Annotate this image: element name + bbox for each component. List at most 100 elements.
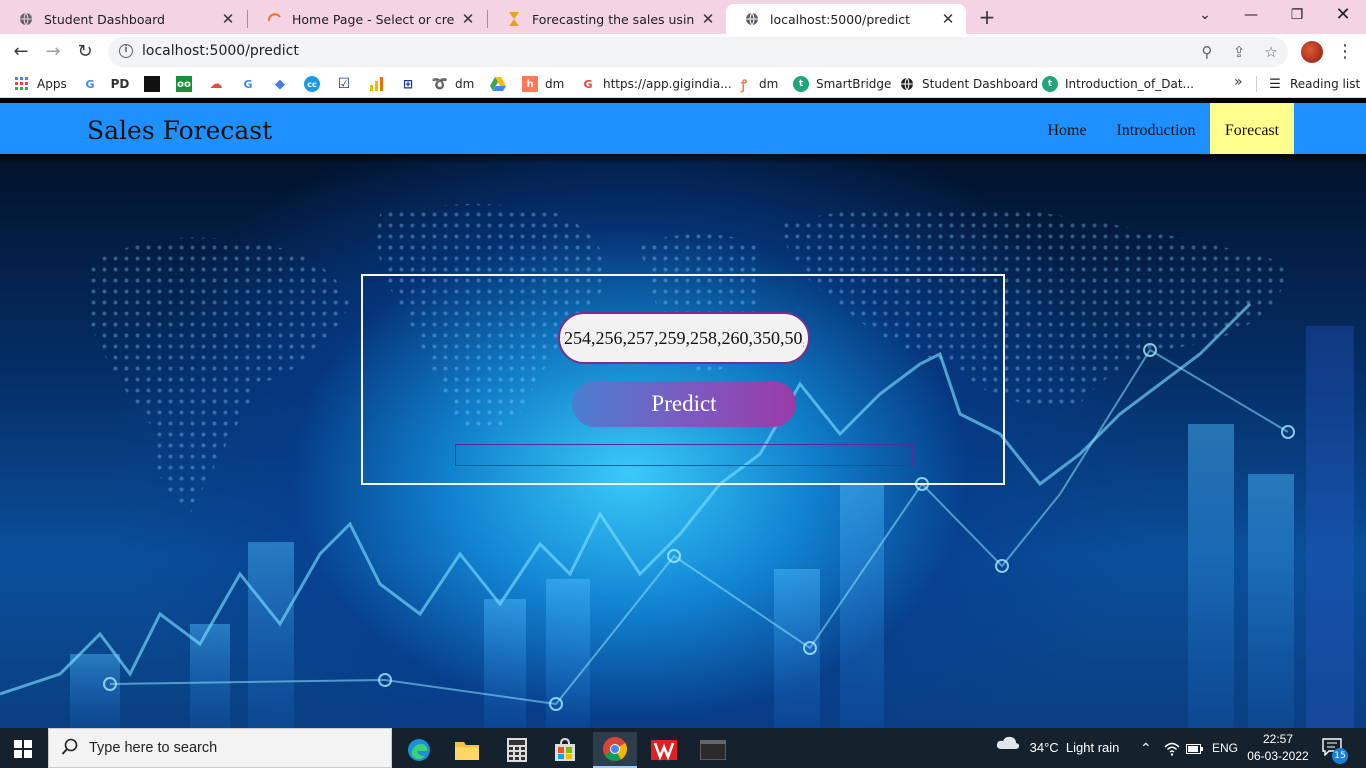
infinity-icon: oo <box>176 76 192 92</box>
bookmark-label: dm <box>455 77 475 91</box>
search-icon <box>61 738 79 760</box>
address-bar[interactable]: i localhost:5000/predict ⚲ ⇪ ☆ <box>108 37 1288 67</box>
bookmark-cloud[interactable]: ☁ <box>208 75 231 93</box>
tab-search-chevron-icon[interactable]: ⌄ <box>1182 0 1228 34</box>
edge-icon[interactable] <box>397 732 441 768</box>
forward-button[interactable]: → <box>41 40 65 64</box>
calculator-icon[interactable] <box>495 732 539 768</box>
system-clock[interactable]: 22:57 06-03-2022 <box>1246 731 1310 765</box>
bookmark-label: SmartBridge <box>816 77 892 91</box>
bookmark-checkbox[interactable]: ☑ <box>336 75 359 93</box>
bookmark-drive[interactable] <box>490 75 513 93</box>
browser-menu-icon[interactable]: ⋮ <box>1336 40 1354 64</box>
cc-icon: cc <box>304 76 320 92</box>
bookmark-smartbridge[interactable]: t SmartBridge <box>793 75 891 93</box>
hero-background: Predict <box>0 154 1366 728</box>
reading-list-icon: ☰ <box>1269 76 1281 92</box>
share-icon[interactable]: ⇪ <box>1230 43 1248 61</box>
back-button[interactable]: ← <box>9 40 33 64</box>
map-icon: ⊞ <box>402 77 414 91</box>
hubspot-icon: ꝭ <box>740 78 748 93</box>
black-square-icon <box>144 76 160 92</box>
bookmark-dm-1[interactable]: ➰ dm <box>432 75 474 93</box>
taskbar-search-box[interactable]: Type here to search <box>48 728 392 768</box>
bookmark-student-dashboard[interactable]: Student Dashboard <box>899 75 1038 93</box>
bookmark-apps[interactable]: Apps <box>14 75 67 93</box>
windows-taskbar: Type here to search 34°C Light rain ⌃ EN… <box>0 728 1366 768</box>
battery-icon[interactable] <box>1186 728 1204 768</box>
bookmark-label: Student Dashboard <box>922 77 1039 91</box>
restore-button[interactable]: ❐ <box>1274 0 1320 34</box>
globe-icon <box>18 11 34 27</box>
close-tab-icon[interactable]: ✕ <box>460 10 476 28</box>
browser-tab-strip: Student Dashboard ✕ Home Page - Select o… <box>0 0 1366 34</box>
notification-count-badge: 15 <box>1332 748 1348 764</box>
store-icon[interactable] <box>543 732 587 768</box>
bookmark-dm-3[interactable]: ꝭ dm <box>736 75 778 93</box>
chrome-icon[interactable] <box>593 732 637 768</box>
minimize-button[interactable]: — <box>1228 0 1274 34</box>
site-info-icon[interactable]: i <box>119 44 133 58</box>
tab-title: Student Dashboard <box>44 11 165 27</box>
search-placeholder: Type here to search <box>89 740 218 756</box>
terminal-icon[interactable] <box>691 732 735 768</box>
tab-home-page[interactable]: Home Page - Select or create a n ✕ <box>248 4 486 34</box>
bookmark-pd[interactable]: PD <box>110 75 135 93</box>
forecast-form: Predict <box>361 274 1005 485</box>
bookmark-map[interactable]: ⊞ <box>400 75 423 93</box>
bookmark-bar-chart[interactable] <box>368 75 391 93</box>
clock-date: 06-03-2022 <box>1247 749 1309 763</box>
bookmark-label: Introduction_of_Dat... <box>1065 77 1194 91</box>
profile-avatar[interactable] <box>1301 41 1323 63</box>
tab-forecasting-lstm[interactable]: Forecasting the sales using LSTM ✕ <box>488 4 726 34</box>
smartbridge-icon: t <box>793 76 809 92</box>
bookmark-cc[interactable]: cc <box>304 75 327 93</box>
new-tab-button[interactable]: + <box>976 6 998 28</box>
nav-forecast[interactable]: Forecast <box>1210 103 1294 154</box>
close-tab-icon[interactable]: ✕ <box>220 10 236 28</box>
tab-localhost-predict[interactable]: localhost:5000/predict ✕ <box>726 4 966 34</box>
reload-button[interactable]: ↻ <box>73 40 97 64</box>
weather-widget[interactable]: 34°C Light rain <box>996 728 1119 768</box>
bookmark-black[interactable] <box>144 75 167 93</box>
bookmark-infinity[interactable]: oo <box>176 75 199 93</box>
bookmark-label: dm <box>759 77 779 91</box>
bookmark-diamond[interactable]: ◆ <box>272 75 295 93</box>
bookmark-introduction[interactable]: t Introduction_of_Dat... <box>1042 75 1194 93</box>
prediction-result-box <box>455 444 913 466</box>
chevron-up-icon[interactable]: ⌃ <box>1140 728 1152 768</box>
close-tab-icon[interactable]: ✕ <box>940 10 956 28</box>
bookmark-dm-2[interactable]: h dm <box>522 75 564 93</box>
site-navbar: Sales Forecast Home Introduction Forecas… <box>0 103 1366 154</box>
wifi-icon[interactable] <box>1164 728 1180 768</box>
close-window-button[interactable]: ✕ <box>1320 0 1366 34</box>
reading-list-label: Reading list <box>1290 77 1361 91</box>
nav-home[interactable]: Home <box>1036 103 1098 154</box>
predict-button[interactable]: Predict <box>572 381 796 427</box>
nav-introduction[interactable]: Introduction <box>1108 103 1204 154</box>
bookmark-label: https://app.gigindia... <box>603 77 732 91</box>
close-tab-icon[interactable]: ✕ <box>700 10 716 28</box>
google-icon: G <box>243 77 253 91</box>
bookmark-gigindia[interactable]: G https://app.gigindia... <box>580 75 732 93</box>
url-text[interactable]: localhost:5000/predict <box>142 43 299 59</box>
vlc-icon[interactable] <box>642 732 686 768</box>
smartbridge-icon: t <box>1042 76 1058 92</box>
tab-title: localhost:5000/predict <box>770 11 911 27</box>
pd-icon: PD <box>110 77 130 91</box>
bookmark-star-icon[interactable]: ☆ <box>1262 43 1280 61</box>
sales-sequence-input[interactable] <box>558 312 810 364</box>
diamond-icon: ◆ <box>275 76 285 92</box>
more-bookmarks-button[interactable]: » <box>1234 74 1243 90</box>
browser-toolbar: ← → ↻ i localhost:5000/predict ⚲ ⇪ ☆ ⋮ <box>0 34 1366 70</box>
windows-start-button[interactable] <box>14 740 32 758</box>
tab-title: Forecasting the sales using LSTM <box>532 11 694 27</box>
bookmark-google-2[interactable]: G <box>240 75 263 93</box>
language-indicator[interactable]: ENG <box>1212 728 1238 768</box>
tab-student-dashboard[interactable]: Student Dashboard ✕ <box>0 4 246 34</box>
globe-icon <box>899 76 915 92</box>
file-explorer-icon[interactable] <box>445 732 489 768</box>
reading-list-button[interactable]: ☰ Reading list <box>1267 75 1360 93</box>
zoom-search-icon[interactable]: ⚲ <box>1198 43 1216 61</box>
bookmark-google[interactable]: G <box>82 75 105 93</box>
